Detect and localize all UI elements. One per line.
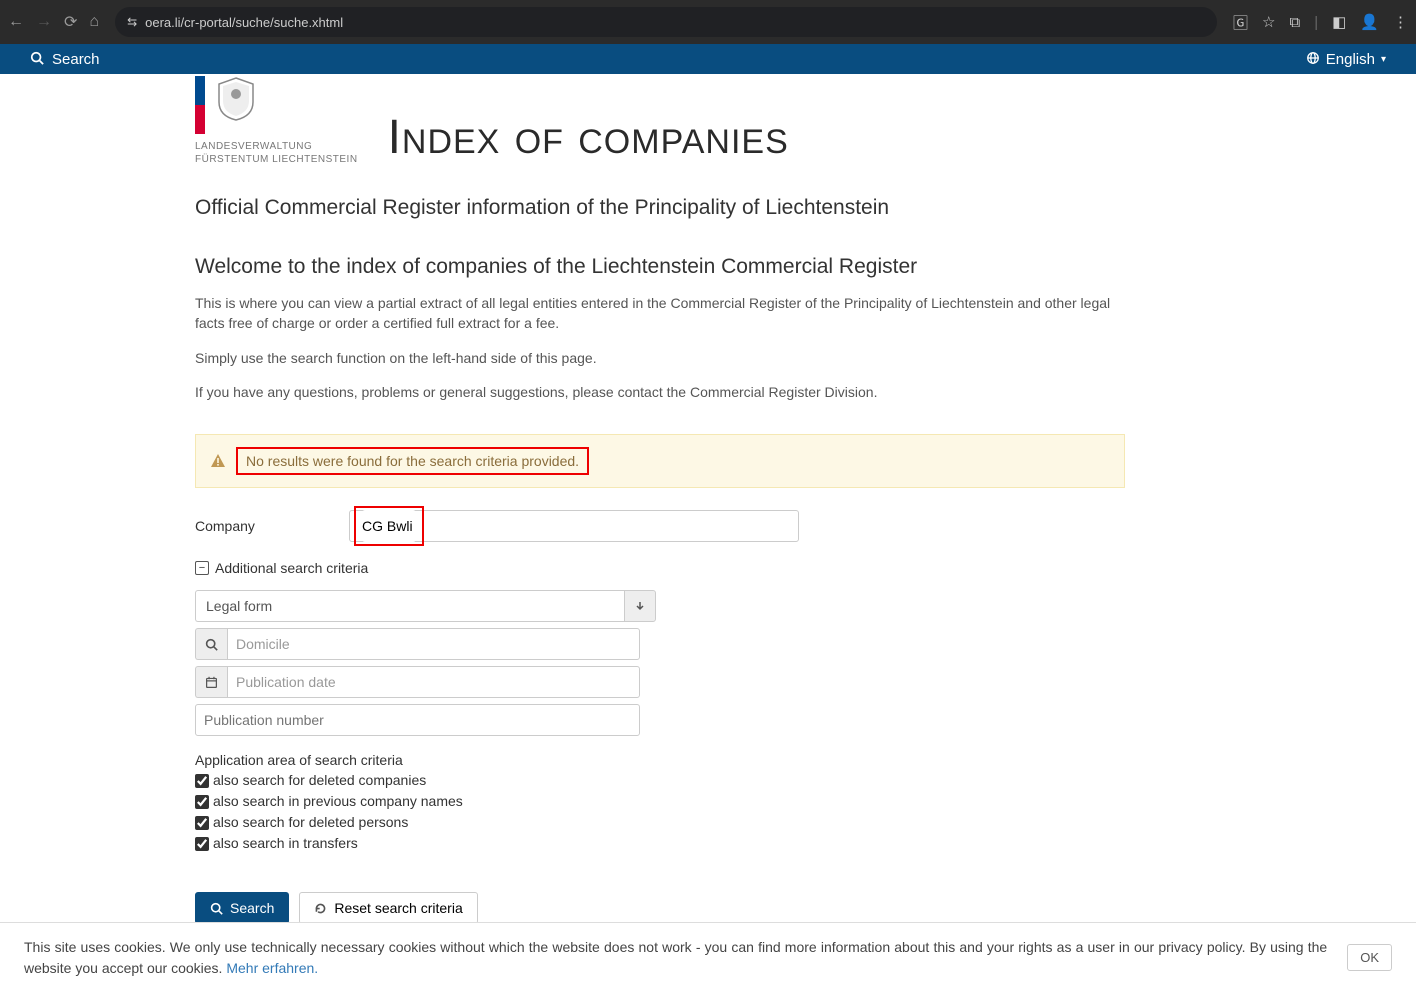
url-bar[interactable]: ⇆ oera.li/cr-portal/suche/suche.xhtml — [115, 7, 1217, 37]
app-topbar: Search English ▾ — [0, 44, 1416, 74]
additional-toggle-label: Additional search criteria — [215, 560, 368, 576]
check-previous-names[interactable]: also search in previous company names — [195, 791, 1125, 812]
home-icon[interactable]: ⌂ — [89, 13, 99, 31]
domicile-input[interactable] — [227, 628, 640, 660]
search-button[interactable]: Search — [195, 892, 289, 924]
cookie-ok-button[interactable]: OK — [1347, 944, 1392, 971]
check-deleted-companies-box[interactable] — [195, 774, 209, 788]
additional-criteria-toggle[interactable]: − Additional search criteria — [195, 560, 1125, 576]
company-input-shell — [349, 510, 799, 542]
intro-para-2: Simply use the search function on the le… — [195, 348, 1125, 368]
browser-chrome: ← → ⟳ ⌂ ⇆ oera.li/cr-portal/suche/suche.… — [0, 0, 1416, 44]
site-info-icon[interactable]: ⇆ — [127, 15, 137, 29]
logo-block: LANDESVERWALTUNG FÜRSTENTUM LIECHTENSTEI… — [195, 76, 358, 166]
menu-icon[interactable]: ⋮ — [1393, 13, 1408, 31]
profile-icon[interactable]: 👤 — [1360, 13, 1379, 31]
check-deleted-persons[interactable]: also search for deleted persons — [195, 812, 1125, 833]
translate-icon[interactable]: 🄶 — [1233, 12, 1248, 33]
calendar-icon[interactable] — [195, 666, 227, 698]
topbar-search[interactable]: Search — [30, 51, 100, 68]
collapse-icon: − — [195, 561, 209, 575]
sidepanel-icon[interactable]: ◧ — [1332, 13, 1346, 31]
crest-icon — [213, 76, 259, 122]
search-icon — [210, 902, 223, 915]
cookie-text: This site uses cookies. We only use tech… — [24, 937, 1327, 978]
dropdown-arrow-icon[interactable] — [624, 590, 656, 622]
extensions-icon[interactable]: ⧉ — [1290, 14, 1301, 31]
check-transfers-box[interactable] — [195, 837, 209, 851]
flag-icon — [195, 76, 205, 134]
domicile-search-icon[interactable] — [195, 628, 227, 660]
warning-icon — [210, 453, 226, 469]
company-input[interactable] — [362, 510, 416, 542]
url-text: oera.li/cr-portal/suche/suche.xhtml — [145, 15, 343, 30]
logo-text: LANDESVERWALTUNG FÜRSTENTUM LIECHTENSTEI… — [195, 140, 358, 166]
legal-form-display: Legal form — [195, 590, 624, 622]
divider: | — [1314, 14, 1318, 31]
warning-box: No results were found for the search cri… — [195, 434, 1125, 488]
globe-icon — [1306, 51, 1320, 68]
reload-icon[interactable]: ⟳ — [64, 12, 77, 32]
publication-date-input[interactable] — [227, 666, 640, 698]
check-transfers[interactable]: also search in transfers — [195, 833, 1125, 854]
cookie-banner: This site uses cookies. We only use tech… — [0, 922, 1416, 992]
language-selector[interactable]: English ▾ — [1306, 51, 1386, 68]
nav-icons: ← → ⟳ ⌂ — [8, 12, 99, 32]
check-deleted-companies[interactable]: also search for deleted companies — [195, 770, 1125, 791]
forward-icon[interactable]: → — [36, 13, 52, 31]
company-label: Company — [195, 518, 349, 534]
welcome-heading: Welcome to the index of companies of the… — [195, 255, 1125, 279]
app-area-title: Application area of search criteria — [195, 752, 1125, 768]
bookmark-icon[interactable]: ☆ — [1262, 13, 1275, 31]
check-deleted-persons-box[interactable] — [195, 816, 209, 830]
search-form: Company − Additional search criteria Leg… — [195, 510, 1125, 924]
page-subtitle: Official Commercial Register information… — [195, 196, 1125, 220]
intro-para-3: If you have any questions, problems or g… — [195, 382, 1125, 402]
page-header: LANDESVERWALTUNG FÜRSTENTUM LIECHTENSTEI… — [195, 74, 1125, 166]
page-scroll[interactable]: LANDESVERWALTUNG FÜRSTENTUM LIECHTENSTEI… — [0, 74, 1416, 992]
search-icon — [30, 51, 44, 68]
language-label: English — [1326, 51, 1375, 68]
chrome-right-icons: 🄶 ☆ ⧉ | ◧ 👤 ⋮ — [1233, 12, 1408, 33]
topbar-search-label: Search — [52, 51, 100, 68]
application-area: Application area of search criteria also… — [195, 752, 1125, 854]
publication-number-input[interactable] — [195, 704, 640, 736]
check-previous-names-box[interactable] — [195, 795, 209, 809]
page-title: Index of companies — [388, 114, 789, 162]
refresh-icon — [314, 902, 327, 915]
warning-text: No results were found for the search cri… — [236, 447, 589, 475]
legal-form-select[interactable]: Legal form — [195, 590, 656, 622]
back-icon[interactable]: ← — [8, 13, 24, 31]
intro-para-1: This is where you can view a partial ext… — [195, 293, 1125, 334]
cookie-more-link[interactable]: Mehr erfahren. — [226, 960, 318, 976]
reset-button[interactable]: Reset search criteria — [299, 892, 477, 924]
page-content: LANDESVERWALTUNG FÜRSTENTUM LIECHTENSTEI… — [195, 74, 1125, 992]
chevron-down-icon: ▾ — [1381, 54, 1386, 65]
